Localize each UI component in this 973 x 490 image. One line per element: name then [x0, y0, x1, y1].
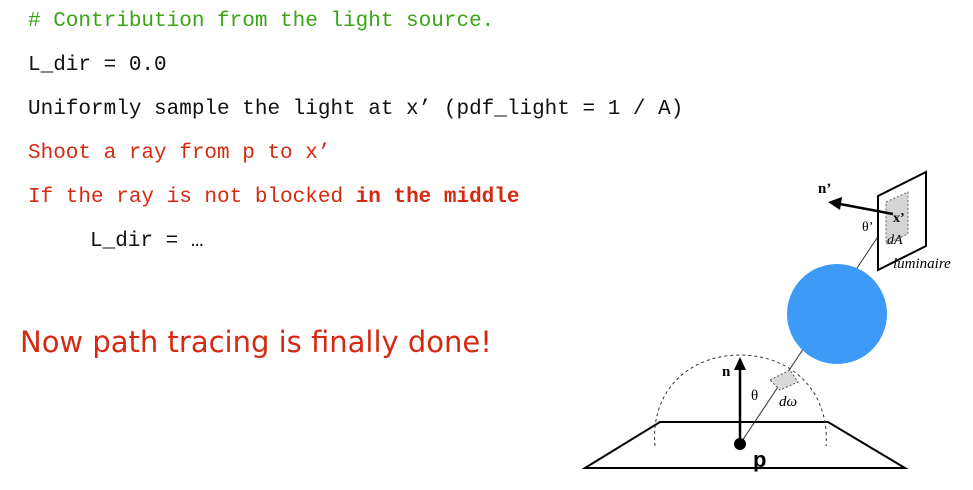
- label-theta-prime: θ’: [862, 220, 873, 235]
- label-p: p: [753, 447, 766, 472]
- label-n-prime: n’: [818, 181, 831, 197]
- normal-n-arrowhead: [734, 357, 746, 370]
- label-n: n: [722, 364, 731, 380]
- path-tracing-diagram: n’ θ’ x’ dA luminaire n θ dω p: [581, 170, 951, 472]
- normal-n-prime-arrowhead: [828, 197, 842, 210]
- label-theta: θ: [751, 388, 758, 404]
- label-d-omega: dω: [779, 394, 797, 410]
- solid-angle-patch: [769, 369, 799, 391]
- label-x-prime: x’: [893, 211, 905, 226]
- occluder-sphere: [787, 264, 887, 364]
- label-luminaire: luminaire: [893, 256, 951, 272]
- point-p: [734, 438, 746, 450]
- label-dA: dA: [887, 233, 903, 248]
